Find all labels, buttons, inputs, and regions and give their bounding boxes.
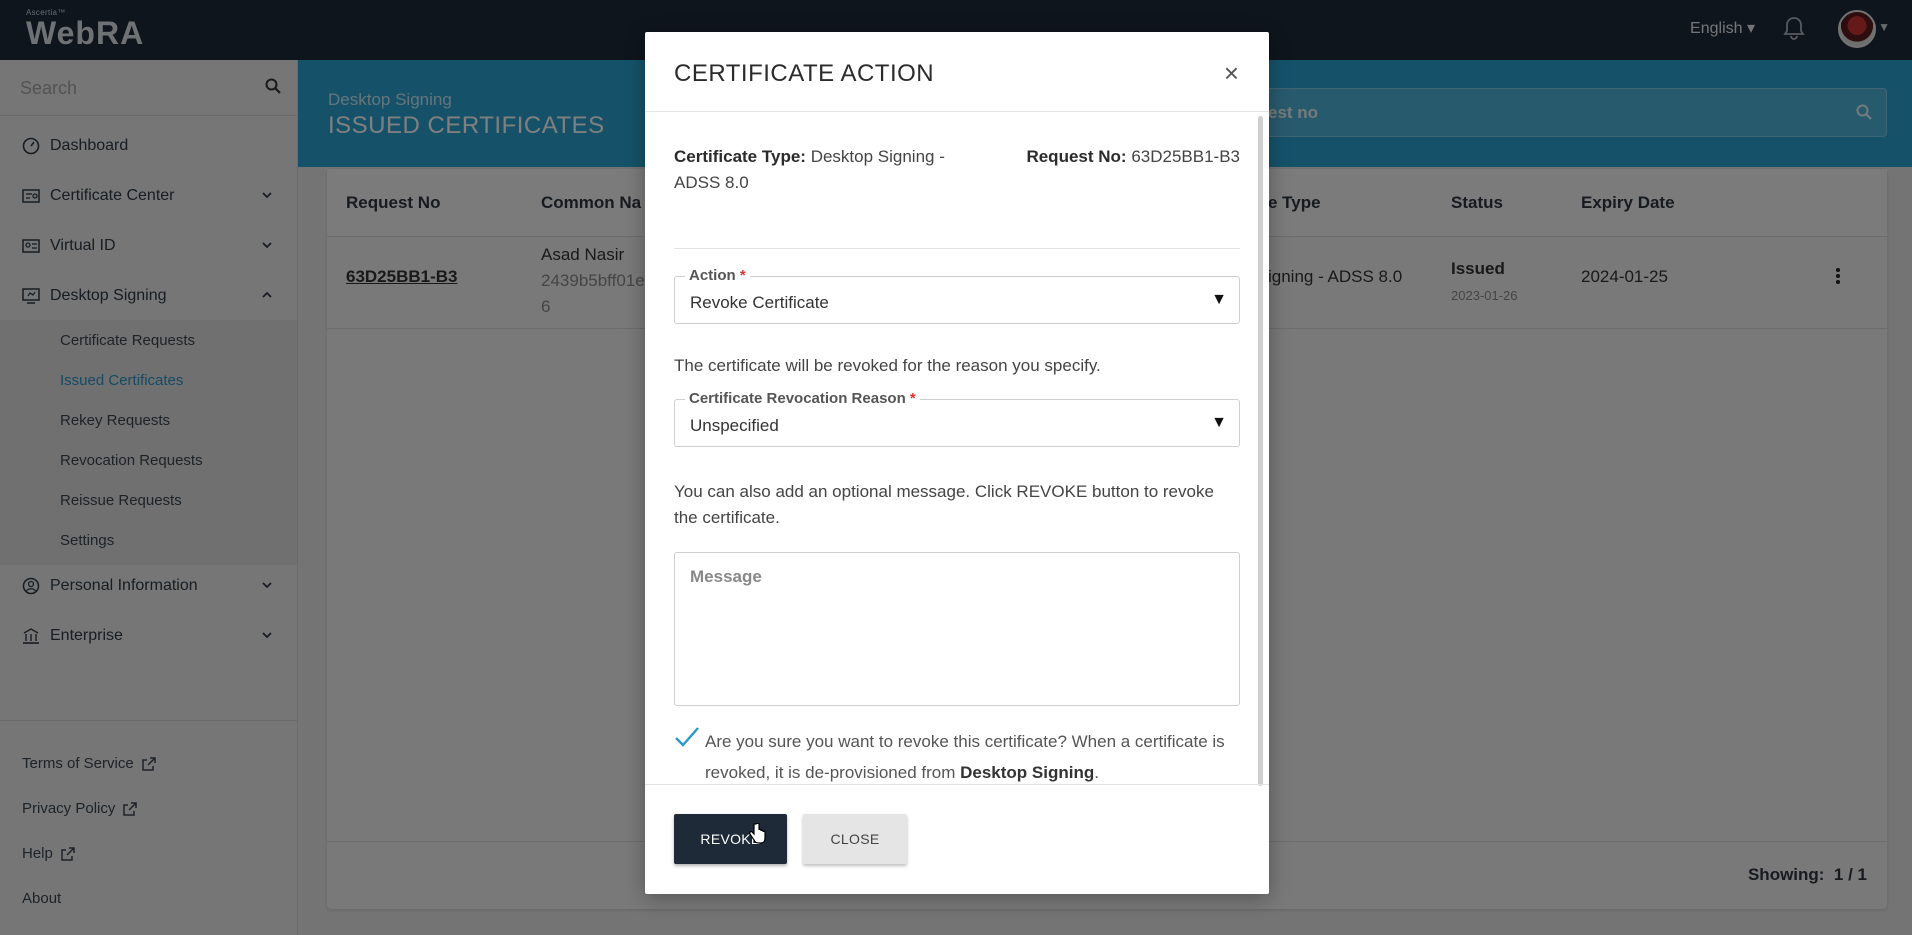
action-select-value: Revoke Certificate [690, 293, 829, 312]
confirm-text-target: Desktop Signing [960, 763, 1095, 782]
message-textarea[interactable]: Message [674, 552, 1240, 706]
revoke-button[interactable]: REVOKE [674, 814, 787, 864]
revocation-reason-value: Unspecified [690, 416, 779, 435]
request-no-value: 63D25BB1-B3 [1131, 147, 1240, 166]
dialog-header: CERTIFICATE ACTION × [645, 32, 1269, 112]
certificate-type-info: Certificate Type: Desktop Signing - ADSS… [674, 144, 974, 196]
revocation-reason-label: Certificate Revocation Reason * [685, 390, 920, 407]
dialog-divider [674, 248, 1240, 249]
caret-down-icon: ▼ [1211, 291, 1227, 308]
confirm-checkbox[interactable] [674, 726, 700, 753]
message-placeholder: Message [690, 567, 762, 586]
hand-cursor-icon [748, 822, 766, 850]
dialog-scrollbar[interactable] [1258, 116, 1263, 786]
certificate-action-dialog: CERTIFICATE ACTION × Certificate Type: D… [645, 32, 1269, 894]
caret-down-icon: ▼ [1211, 414, 1227, 431]
revoke-info-text: The certificate will be revoked for the … [674, 356, 1101, 375]
certificate-type-label: Certificate Type: [674, 147, 806, 166]
dialog-footer-divider [645, 784, 1269, 785]
close-button[interactable]: CLOSE [803, 814, 907, 864]
confirm-text-end: . [1094, 763, 1099, 782]
confirm-text: Are you sure you want to revoke this cer… [705, 726, 1245, 788]
close-icon[interactable]: × [1224, 58, 1239, 89]
action-select[interactable]: Action * Revoke Certificate ▼ [674, 267, 1240, 324]
request-no-info: Request No: 63D25BB1-B3 [1026, 144, 1240, 170]
action-select-label: Action * [685, 267, 750, 284]
request-no-label: Request No: [1026, 147, 1127, 166]
revocation-reason-select[interactable]: Certificate Revocation Reason * Unspecif… [674, 390, 1240, 447]
dialog-title: CERTIFICATE ACTION [674, 60, 935, 87]
message-info-text: You can also add an optional message. Cl… [674, 482, 1214, 527]
